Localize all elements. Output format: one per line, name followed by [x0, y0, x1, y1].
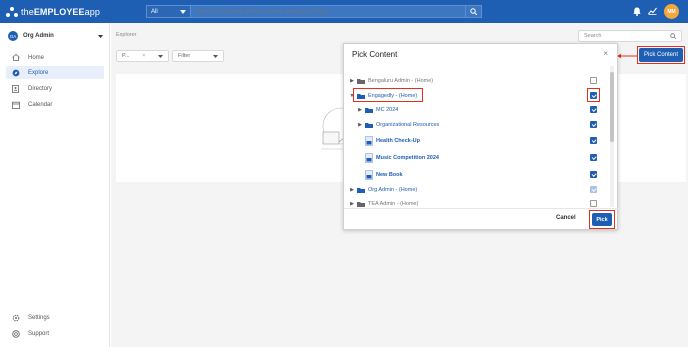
search-icon: [470, 8, 477, 15]
row-checkbox[interactable]: [590, 154, 597, 161]
folder-icon: [357, 202, 365, 207]
sidebar: OA Org Admin Home Explore Directory Cale…: [0, 23, 110, 347]
user-avatar[interactable]: MM: [664, 4, 679, 19]
gear-icon: [12, 314, 22, 322]
lifebuoy-icon: [12, 329, 22, 338]
breadcrumb: Explorer: [116, 32, 137, 38]
tree-row[interactable]: Health Check-Up: [344, 134, 610, 148]
cancel-button[interactable]: Cancel: [556, 215, 576, 221]
sidebar-item-label: Directory: [28, 85, 53, 92]
sidebar-item-support[interactable]: Support: [6, 327, 104, 340]
chevron-right-icon[interactable]: ▶: [357, 107, 363, 113]
row-checkbox[interactable]: [590, 77, 597, 84]
folder-icon: [365, 123, 373, 128]
chevron-down-icon: [157, 54, 163, 58]
row-checkbox[interactable]: [590, 186, 597, 193]
document-icon: [365, 136, 373, 146]
filter-label: Filter: [178, 53, 191, 59]
search-icon: [670, 33, 676, 39]
calendar-icon: [12, 101, 22, 109]
highlight-box-engagedly: [353, 88, 423, 102]
chevron-right-icon[interactable]: ▶: [349, 201, 355, 207]
sidebar-item-home[interactable]: Home: [6, 51, 104, 64]
row-checkbox[interactable]: [590, 171, 597, 178]
tree-row[interactable]: Music Competition 2024: [344, 151, 610, 165]
pick-content-dialog: Pick Content × ▶ Bengaluru Admin - (Home…: [343, 43, 619, 231]
tree-row-label: Organizational Resources: [376, 122, 440, 128]
folder-icon: [357, 188, 365, 193]
tree-row-label: TEA Admin - (Home): [368, 201, 419, 207]
bell-icon[interactable]: [632, 6, 642, 16]
search-scope-select[interactable]: All: [147, 6, 191, 17]
row-checkbox[interactable]: [590, 200, 597, 207]
global-search: All: [146, 5, 482, 18]
search-input[interactable]: [191, 8, 465, 15]
scrollbar-thumb[interactable]: [610, 72, 614, 142]
sidebar-item-label: Support: [28, 330, 50, 337]
logo-mark-icon: [6, 7, 18, 17]
dialog-footer: Cancel Pick: [344, 208, 619, 231]
tree-row-label: Bengaluru Admin - (Home): [368, 78, 434, 84]
tree-row-label: Org Admin - (Home): [368, 187, 418, 193]
analytics-icon[interactable]: [647, 6, 657, 16]
explorer-search[interactable]: Search: [578, 30, 682, 42]
chevron-right-icon[interactable]: ▶: [349, 78, 355, 84]
tree-row[interactable]: ▶ TEA Admin - (Home): [344, 198, 610, 208]
highlight-box-checkbox: [587, 88, 600, 102]
compass-icon: [12, 69, 22, 77]
tree-row[interactable]: New Book: [344, 168, 610, 182]
sidebar-item-explore[interactable]: Explore: [6, 66, 104, 79]
highlight-box-pick: [589, 210, 615, 229]
logo-text: theEMPLOYEEapp: [21, 7, 100, 17]
tree-row[interactable]: ▶ Org Admin - (Home): [344, 184, 610, 196]
highlight-box-pick-content: [637, 46, 685, 64]
folder-icon: [357, 79, 365, 84]
row-checkbox[interactable]: [590, 106, 597, 113]
annotation-arrow: [617, 53, 638, 59]
sidebar-item-label: Explore: [28, 69, 49, 76]
filter-chip-label: P...: [122, 53, 130, 59]
tree-row[interactable]: ▶ Bengaluru Admin - (Home): [344, 75, 610, 87]
chevron-down-icon: [98, 34, 103, 38]
row-checkbox[interactable]: [590, 121, 597, 128]
document-icon: [365, 153, 373, 163]
row-checkbox[interactable]: [590, 137, 597, 144]
close-icon[interactable]: ×: [142, 53, 145, 59]
app-logo[interactable]: theEMPLOYEEapp: [6, 5, 100, 19]
home-icon: [12, 54, 22, 61]
tree-row-label: MC 2024: [376, 107, 399, 113]
close-icon[interactable]: ×: [603, 49, 608, 58]
sidebar-item-settings[interactable]: Settings: [6, 311, 104, 324]
document-icon: [365, 170, 373, 180]
explorer-search-placeholder: Search: [584, 33, 602, 39]
top-bar: theEMPLOYEEapp All MM: [0, 0, 688, 23]
chevron-down-icon: [213, 54, 218, 58]
search-button[interactable]: [465, 6, 481, 17]
tree-row[interactable]: ▶ MC 2024: [344, 104, 610, 116]
tree-row-label: New Book: [376, 172, 403, 178]
sidebar-item-label: Settings: [28, 314, 50, 321]
chevron-right-icon[interactable]: ▶: [349, 187, 355, 193]
filter-chip[interactable]: P... ×: [116, 50, 169, 62]
sidebar-item-label: Home: [28, 54, 45, 61]
org-avatar: OA: [8, 31, 18, 41]
sidebar-item-directory[interactable]: Directory: [6, 82, 104, 95]
search-scope-value: All: [151, 8, 158, 15]
sidebar-item-calendar[interactable]: Calendar: [6, 98, 104, 111]
sidebar-item-label: Calendar: [28, 101, 53, 108]
tree-row[interactable]: ▶ Organizational Resources: [344, 119, 610, 131]
org-name: Org Admin: [23, 33, 54, 39]
chevron-down-icon: [180, 9, 186, 14]
tree-row-label: Music Competition 2024: [376, 155, 439, 161]
folder-icon: [365, 108, 373, 113]
tree-row-label: Health Check-Up: [376, 138, 421, 144]
dialog-title: Pick Content: [352, 50, 398, 59]
contacts-icon: [12, 84, 22, 93]
filter-dropdown[interactable]: Filter: [172, 50, 224, 62]
chevron-right-icon[interactable]: ▶: [357, 122, 363, 128]
tree-scrollbar[interactable]: [610, 66, 614, 207]
org-switcher[interactable]: OA Org Admin: [8, 30, 103, 42]
